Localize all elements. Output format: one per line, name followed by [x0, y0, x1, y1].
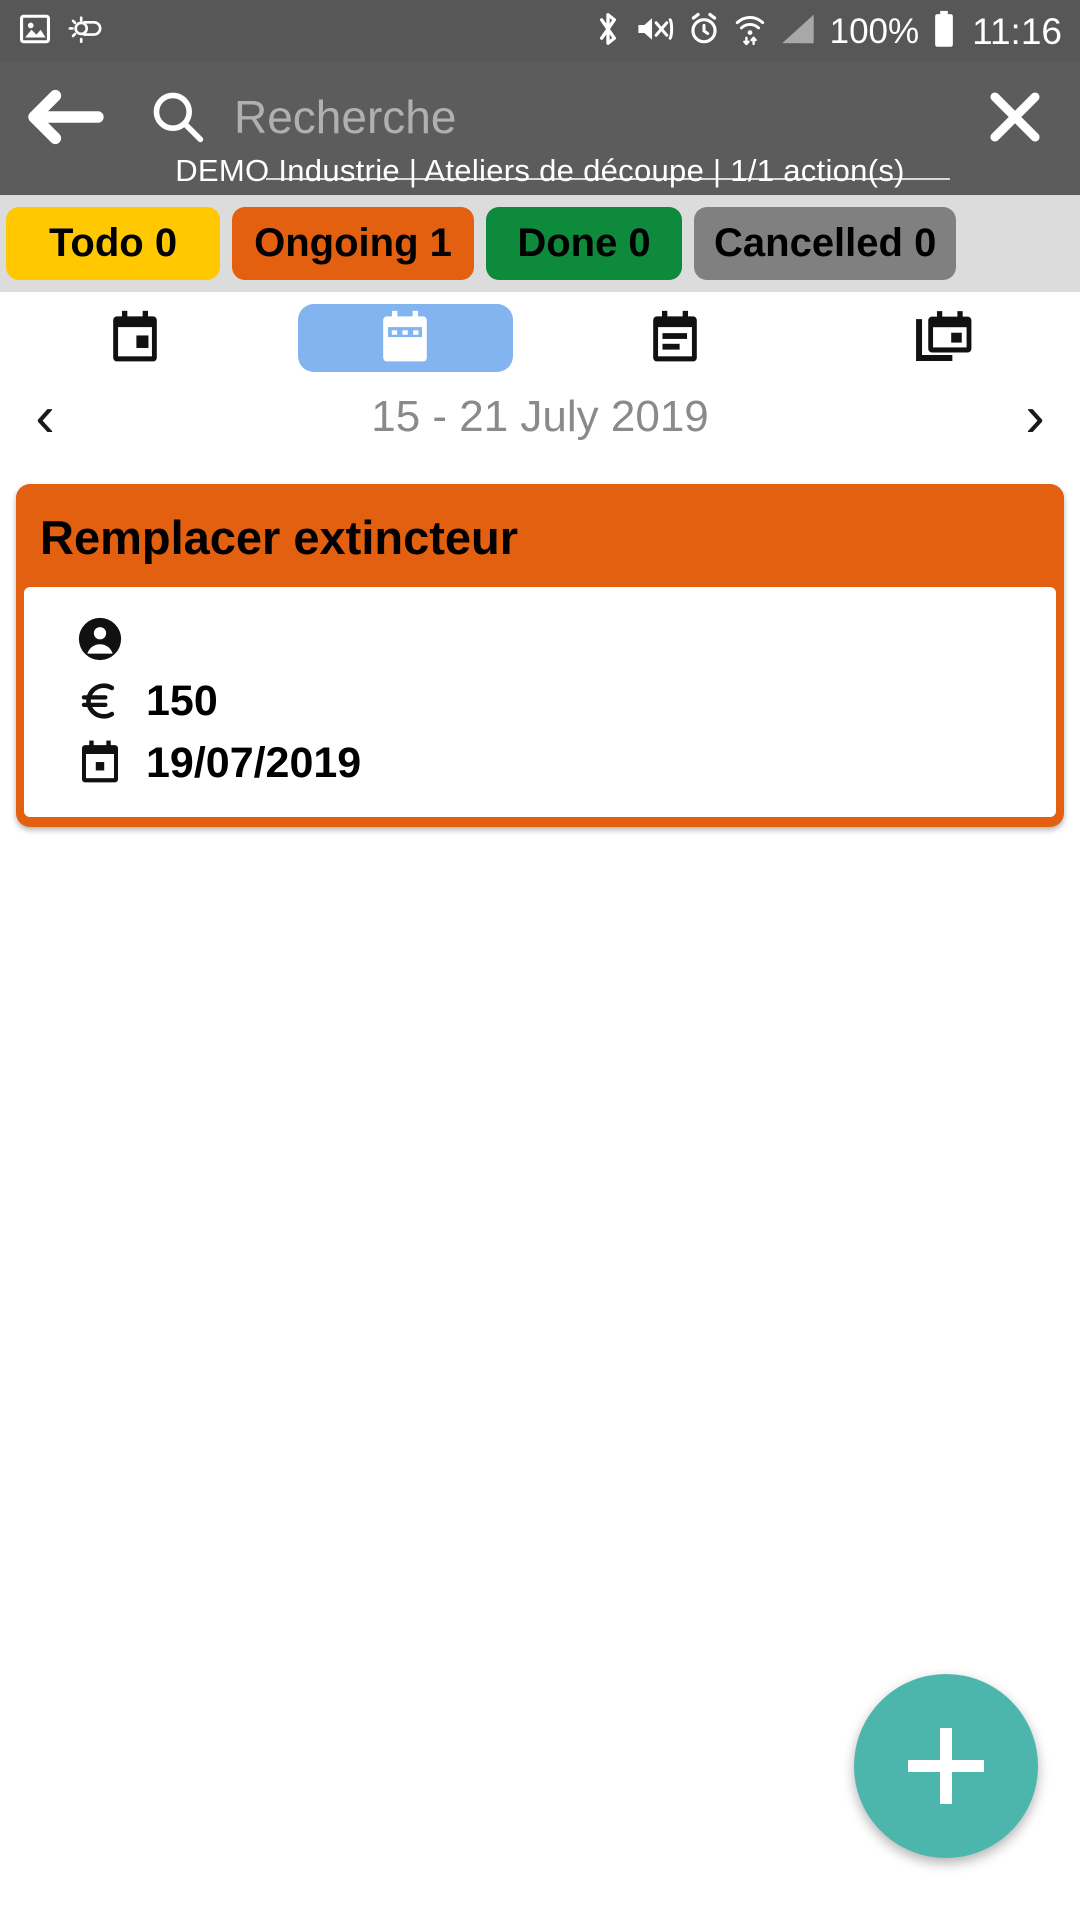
view-pill-list: [838, 304, 1053, 372]
view-tab-month[interactable]: [540, 304, 810, 372]
add-action-fab[interactable]: [854, 1674, 1038, 1858]
task-detail-cost: 150: [24, 675, 1056, 727]
task-cost-value: 150: [146, 676, 218, 725]
calendar-day-icon: [113, 310, 157, 362]
status-bar: 100% 11:16: [0, 0, 1080, 62]
calendar-week-icon: [383, 310, 427, 362]
view-pill-month: [568, 304, 783, 372]
status-bar-left-icons: [18, 12, 104, 51]
signal-icon: [779, 12, 817, 51]
task-card[interactable]: Remplacer extincteur 150 19/07/2019: [16, 484, 1064, 827]
weather-icon: [68, 13, 104, 50]
image-icon: [18, 12, 52, 51]
task-date-value: 19/07/2019: [146, 738, 362, 787]
bluetooth-icon: [595, 10, 621, 53]
view-pill-day: [28, 304, 243, 372]
calendar-view-switcher: [0, 292, 1080, 378]
next-period-button[interactable]: ›: [990, 378, 1080, 456]
status-filter-tabs: Todo 0 Ongoing 1 Done 0 Cancelled 0: [0, 195, 1080, 292]
view-pill-week: [297, 304, 513, 372]
mute-vibrate-icon: [634, 12, 674, 51]
prev-period-button[interactable]: ‹: [0, 378, 90, 456]
view-tab-day[interactable]: [0, 304, 270, 372]
close-icon: [990, 92, 1040, 142]
wifi-icon: [734, 11, 766, 52]
calendar-stack-icon: [916, 311, 972, 361]
euro-icon: [76, 678, 124, 724]
battery-percent-label: 100%: [829, 11, 920, 51]
tab-done-label: Done 0: [517, 221, 651, 265]
view-tab-week[interactable]: [270, 304, 540, 372]
search-input[interactable]: [226, 90, 950, 144]
tab-done[interactable]: Done 0: [486, 207, 682, 280]
view-tab-list[interactable]: [810, 304, 1080, 372]
tab-todo-label: Todo 0: [48, 221, 178, 265]
task-detail-date: 19/07/2019: [24, 737, 1056, 789]
task-title: Remplacer extincteur: [40, 511, 519, 564]
calendar-agenda-icon: [653, 310, 697, 362]
alarm-icon: [687, 12, 721, 51]
tab-todo[interactable]: Todo 0: [6, 207, 220, 280]
date-navigation: ‹ 15 - 21 July 2019 ›: [0, 378, 1080, 456]
task-card-header: Remplacer extincteur: [16, 484, 1064, 587]
breadcrumb: DEMO Industrie | Ateliers de découpe | 1…: [175, 153, 905, 188]
date-range-label: 15 - 21 July 2019: [371, 392, 709, 441]
tab-cancelled-label: Cancelled 0: [714, 221, 937, 265]
person-icon: [76, 616, 124, 662]
task-list: Remplacer extincteur 150 19/07/2019: [0, 456, 1080, 1920]
tab-ongoing[interactable]: Ongoing 1: [232, 207, 474, 280]
tab-cancelled[interactable]: Cancelled 0: [694, 207, 957, 280]
task-detail-assignee: [24, 613, 1056, 665]
task-card-body: 150 19/07/2019: [24, 587, 1056, 817]
back-arrow-icon: [28, 89, 104, 145]
calendar-icon: [76, 739, 124, 787]
battery-icon: [932, 10, 956, 53]
status-bar-right-icons: 100% 11:16: [595, 10, 1062, 53]
tab-ongoing-label: Ongoing 1: [254, 221, 452, 265]
plus-icon-vertical: [940, 1728, 952, 1804]
clock-label: 11:16: [972, 10, 1062, 52]
app-bar: DEMO Industrie | Ateliers de découpe | 1…: [0, 62, 1080, 195]
